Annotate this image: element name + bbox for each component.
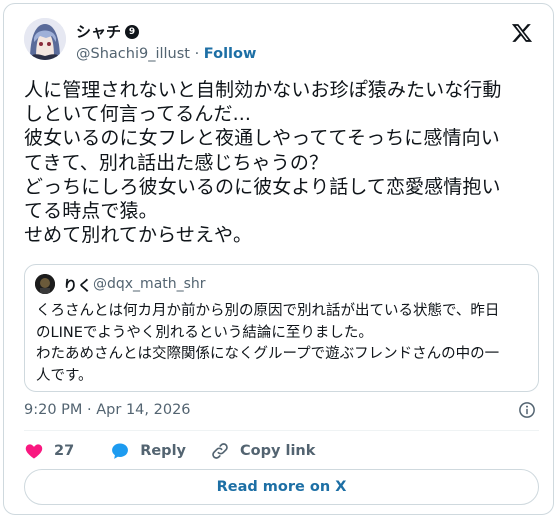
reply-bubble-icon [112, 443, 129, 459]
quoted-tweet[interactable]: りく @dqx_math_shr くろさんとは何カ月か前から別の原因で別れ話が出… [24, 264, 539, 392]
heart-icon [25, 444, 43, 459]
tweet-card: シャチ 9 @Shachi9_illust · Follow 人に管理されないと… [3, 3, 554, 515]
link-icon [212, 443, 228, 459]
quoted-author-handle: @dqx_math_shr [93, 276, 206, 292]
like-count: 27 [54, 443, 75, 459]
quoted-author-avatar [35, 274, 55, 294]
reply-label: Reply [140, 443, 186, 459]
follow-button[interactable]: Follow [204, 46, 257, 62]
author-handle-row: @Shachi9_illust · Follow [76, 46, 256, 62]
quoted-author-name: りく [63, 279, 92, 295]
author-display-name[interactable]: シャチ [76, 21, 121, 42]
quoted-tweet-text: くろさんとは何カ月か前から別の原因で別れ話が出ている状態で、昨日 のLINEでよ… [36, 303, 500, 384]
name-badge: 9 [125, 24, 140, 39]
author-handle[interactable]: @Shachi9_illust [76, 46, 190, 62]
author-avatar[interactable] [24, 18, 66, 60]
author-name-row: シャチ 9 [76, 21, 140, 42]
action-bar: 27 Reply Copy link [24, 441, 315, 461]
reply-button[interactable]: Reply [110, 441, 186, 461]
divider [24, 430, 539, 431]
like-button[interactable]: 27 [24, 441, 74, 461]
x-logo-icon[interactable] [511, 22, 533, 44]
copy-link-label: Copy link [240, 443, 316, 459]
info-icon[interactable] [518, 401, 536, 419]
copy-link-button[interactable]: Copy link [210, 441, 315, 461]
tweet-text: 人に管理されないと自制効かないお珍ぽ猿みたいな行動 しといて何言ってるんだ...… [24, 79, 502, 247]
separator-dot: · [194, 46, 200, 62]
read-more-button[interactable]: Read more on X [24, 469, 539, 505]
tweet-timestamp[interactable]: 9:20 PM · Apr 14, 2026 [24, 402, 191, 418]
